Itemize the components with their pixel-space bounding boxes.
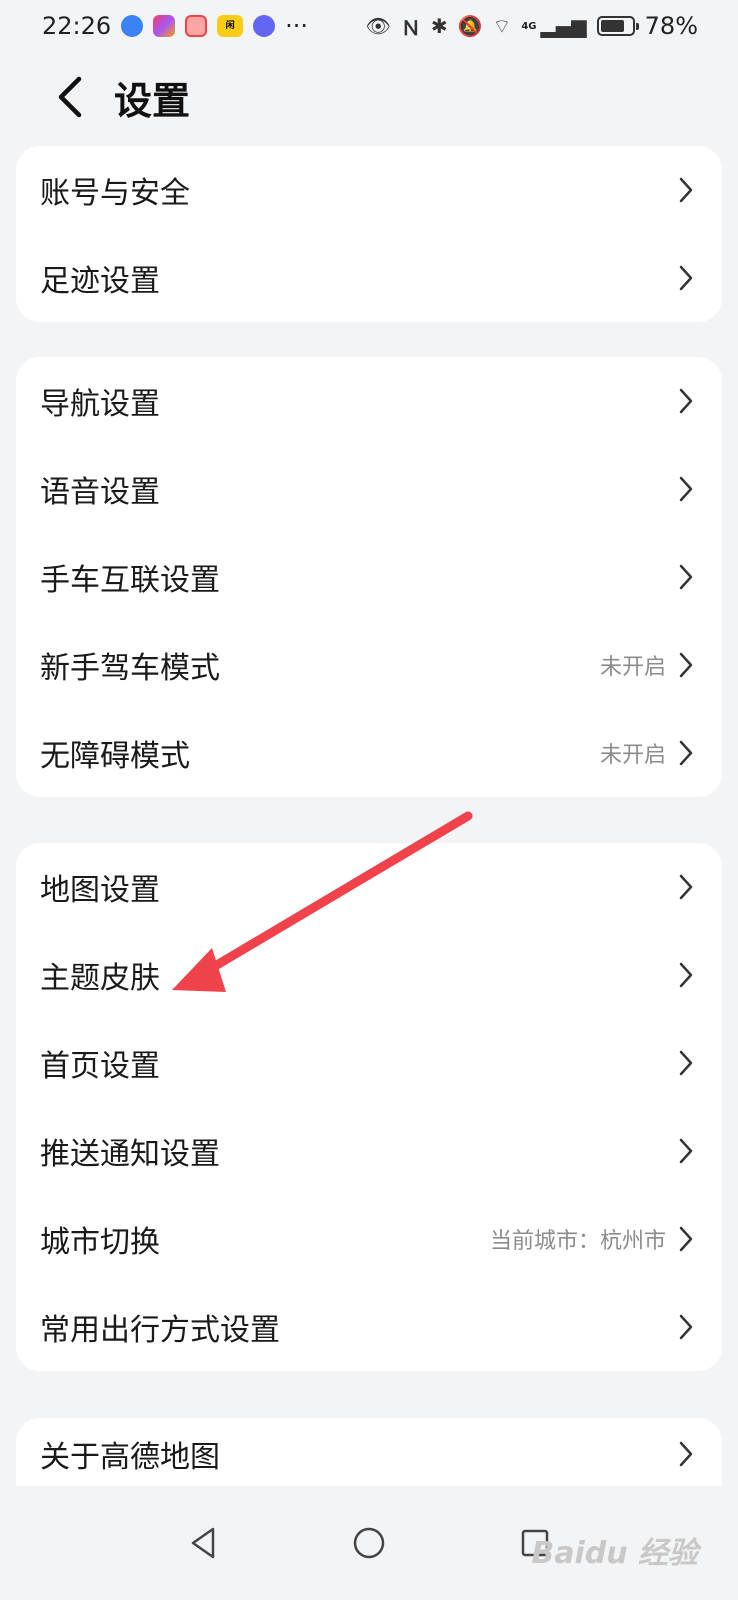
chevron-right-icon bbox=[679, 1441, 693, 1467]
page-title: 设置 bbox=[114, 78, 191, 123]
item-label: 语音设置 bbox=[40, 475, 160, 510]
nav-home-button[interactable] bbox=[339, 1513, 399, 1573]
item-label: 足迹设置 bbox=[40, 264, 160, 299]
section-about: 关于高德地图 bbox=[16, 1418, 722, 1488]
item-label: 地图设置 bbox=[40, 873, 160, 908]
section-navigation: 导航设置 语音设置 手车互联设置 新手驾车模式 未开启 无障碍模式 未开启 bbox=[16, 357, 722, 797]
battery-percent: 78% bbox=[644, 12, 698, 40]
item-status: 未开启 bbox=[599, 743, 666, 768]
item-label: 常用出行方式设置 bbox=[40, 1313, 280, 1348]
chevron-right-icon bbox=[679, 652, 693, 678]
chevron-right-icon bbox=[679, 177, 693, 203]
settings-item-home-page[interactable]: 首页设置 bbox=[16, 1019, 722, 1107]
item-label: 导航设置 bbox=[40, 387, 160, 422]
settings-item-navigation[interactable]: 导航设置 bbox=[16, 357, 722, 445]
battery-icon bbox=[596, 16, 639, 36]
item-label: 推送通知设置 bbox=[40, 1137, 220, 1172]
chevron-right-icon bbox=[679, 962, 693, 988]
settings-item-map[interactable]: 地图设置 bbox=[16, 843, 722, 931]
signal-icon: ▂▄▆ bbox=[540, 14, 587, 38]
chevron-right-icon bbox=[679, 740, 693, 766]
more-notifications-icon: ··· bbox=[285, 12, 309, 40]
chevron-right-icon bbox=[679, 1050, 693, 1076]
item-label: 关于高德地图 bbox=[40, 1440, 220, 1475]
item-label: 城市切换 bbox=[40, 1225, 160, 1260]
network-type: 4G bbox=[521, 20, 537, 32]
chevron-right-icon bbox=[679, 564, 693, 590]
item-label: 无障碍模式 bbox=[40, 739, 190, 774]
circle-home-icon bbox=[353, 1527, 385, 1559]
colorful-app-icon bbox=[153, 15, 176, 37]
header: 设置 bbox=[0, 62, 738, 132]
settings-item-voice[interactable]: 语音设置 bbox=[16, 445, 722, 533]
settings-item-city-switch[interactable]: 城市切换 当前城市：杭州市 bbox=[16, 1195, 722, 1283]
status-left: 22:26 闲 ··· bbox=[42, 12, 308, 40]
wifi-icon: ⌔ bbox=[492, 13, 512, 38]
item-label: 账号与安全 bbox=[40, 176, 190, 211]
settings-item-theme-skin[interactable]: 主题皮肤 bbox=[16, 931, 722, 1019]
settings-item-travel-mode[interactable]: 常用出行方式设置 bbox=[16, 1283, 722, 1371]
nav-back-button[interactable] bbox=[173, 1513, 233, 1573]
baidu-watermark: Baidu 经验 bbox=[531, 1536, 698, 1571]
bluetooth-icon: ✱ bbox=[430, 14, 448, 38]
settings-item-push-notifications[interactable]: 推送通知设置 bbox=[16, 1107, 722, 1195]
item-status: 未开启 bbox=[599, 655, 666, 680]
chevron-right-icon bbox=[679, 1226, 693, 1252]
settings-item-phone-car-link[interactable]: 手车互联设置 bbox=[16, 533, 722, 621]
browser-app-icon bbox=[121, 15, 144, 37]
back-button[interactable] bbox=[40, 67, 100, 127]
chevron-right-icon bbox=[679, 476, 693, 502]
settings-item-footprint[interactable]: 足迹设置 bbox=[16, 234, 722, 322]
triangle-back-icon bbox=[191, 1527, 215, 1559]
status-time: 22:26 bbox=[42, 12, 112, 40]
chevron-right-icon bbox=[679, 265, 693, 291]
eye-icon: 👁 bbox=[365, 14, 391, 38]
chevron-right-icon bbox=[679, 1314, 693, 1340]
item-label: 新手驾车模式 bbox=[40, 651, 220, 686]
chevron-right-icon bbox=[679, 1138, 693, 1164]
item-label: 手车互联设置 bbox=[40, 563, 220, 598]
chevron-right-icon bbox=[679, 874, 693, 900]
current-city: 当前城市：杭州市 bbox=[489, 1229, 666, 1254]
settings-item-about[interactable]: 关于高德地图 bbox=[16, 1418, 722, 1488]
chevron-right-icon bbox=[679, 388, 693, 414]
music-app-icon bbox=[253, 15, 276, 37]
item-label: 首页设置 bbox=[40, 1049, 160, 1084]
section-display: 地图设置 主题皮肤 首页设置 推送通知设置 城市切换 当前城市：杭州市 常用出行… bbox=[16, 843, 722, 1371]
item-label: 主题皮肤 bbox=[40, 961, 160, 996]
shop-app-icon bbox=[185, 15, 208, 37]
mute-bell-icon: 🔕 bbox=[457, 14, 483, 38]
xianyu-app-icon: 闲 bbox=[217, 15, 244, 37]
nfc-icon: Ｎ bbox=[400, 15, 421, 40]
section-account: 账号与安全 足迹设置 bbox=[16, 146, 722, 322]
settings-item-novice-driving[interactable]: 新手驾车模式 未开启 bbox=[16, 621, 722, 709]
settings-item-accessibility[interactable]: 无障碍模式 未开启 bbox=[16, 709, 722, 797]
back-arrow-icon bbox=[58, 76, 82, 118]
status-right: 👁 Ｎ ✱ 🔕 ⌔ 4G ▂▄▆ 78% bbox=[365, 12, 698, 41]
settings-item-account-security[interactable]: 账号与安全 bbox=[16, 146, 722, 234]
status-bar: 22:26 闲 ··· 👁 Ｎ ✱ 🔕 ⌔ 4G ▂▄▆ 78% bbox=[0, 0, 738, 52]
